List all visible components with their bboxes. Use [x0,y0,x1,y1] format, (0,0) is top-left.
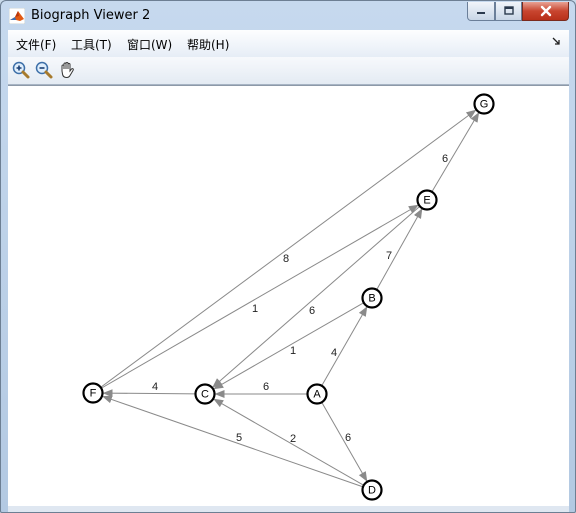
edge-weight-label: 4 [331,347,337,359]
edge-E-C[interactable] [212,205,421,388]
node-A[interactable]: A [306,383,328,405]
minimize-button[interactable] [467,2,495,21]
edge-B-E[interactable] [376,208,423,290]
edge-weight-label: 1 [290,345,296,357]
minimize-icon [477,12,485,14]
edge-weight-label: 5 [236,432,242,444]
window-title: Biograph Viewer 2 [31,8,151,23]
edge-weight-label: 7 [386,250,392,262]
node-E[interactable]: E [416,189,438,211]
edge-A-B[interactable] [321,306,368,387]
dock-arrow-icon[interactable] [551,36,561,46]
node-label: B [368,292,375,304]
pan-hand-icon[interactable] [57,60,77,80]
maximize-button[interactable] [495,2,522,21]
node-label: C [201,388,209,400]
menu-window[interactable]: 窗口(W) [127,36,172,53]
node-label: D [368,484,376,496]
edge-weight-label: 6 [442,153,448,165]
menu-tools[interactable]: 工具(T) [71,36,112,53]
node-label: A [313,388,321,400]
zoom-in-icon[interactable] [11,60,31,80]
node-B[interactable]: B [361,287,383,309]
matlab-icon [9,8,25,24]
menu-file[interactable]: 文件(F) [16,36,56,53]
edge-labels-layer: 4 6 6 1 7 4 2 5 6 6 1 8 [152,153,448,445]
bottom-border [8,506,569,512]
edge-weight-label: 6 [309,305,315,317]
node-label: G [480,98,489,110]
toolbar [8,57,569,85]
node-C[interactable]: C [194,383,216,405]
graph-diagram[interactable]: 4 6 6 1 7 4 2 5 6 6 1 8 A B C D E F G [8,86,569,507]
edge-weight-label: 8 [283,253,289,265]
title-bar[interactable]: Biograph Viewer 2 [1,1,575,30]
edge-C-F[interactable] [102,389,196,398]
edge-weight-label: 6 [263,381,269,393]
edge-weight-label: 6 [345,432,351,444]
node-G[interactable]: G [473,93,495,115]
edge-weight-label: 2 [290,433,296,445]
node-label: E [423,194,430,206]
edge-weight-label: 4 [152,381,158,393]
node-label: F [90,387,97,399]
node-D[interactable]: D [361,479,383,501]
biograph-window: Biograph Viewer 2 文件(F) 工具(T) 窗口(W) 帮助(H… [0,0,576,513]
edges-layer [100,109,480,488]
menu-bar: 文件(F) 工具(T) 窗口(W) 帮助(H) [8,30,569,58]
zoom-out-icon[interactable] [34,60,54,80]
close-icon [540,5,551,17]
menu-help[interactable]: 帮助(H) [187,36,229,53]
nodes-layer: A B C D E F G [82,93,495,501]
maximize-icon [503,6,514,15]
edge-weight-label: 1 [252,303,258,315]
edge-B-C[interactable] [213,302,365,390]
graph-canvas[interactable]: 4 6 6 1 7 4 2 5 6 6 1 8 A B C D E F G [8,85,569,507]
node-F[interactable]: F [82,382,104,404]
close-button[interactable] [522,2,569,21]
